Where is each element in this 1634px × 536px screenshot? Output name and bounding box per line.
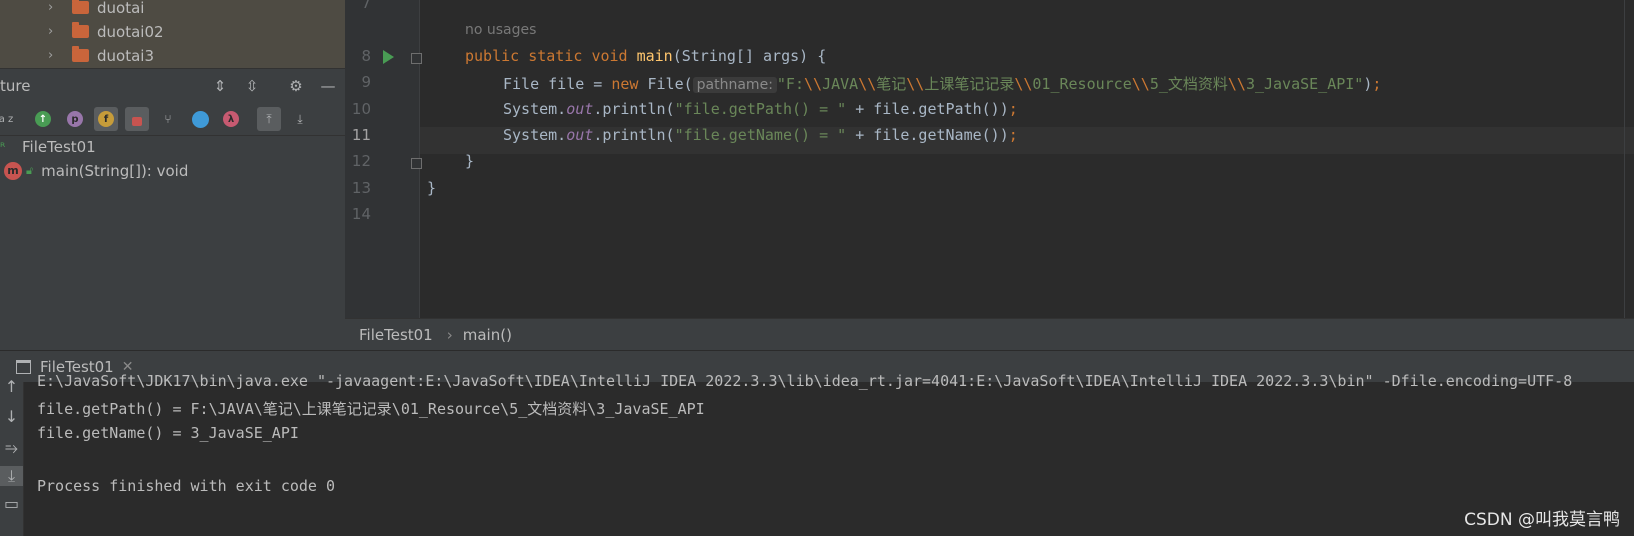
parameter-hint: pathname: [692,77,777,93]
collapse-all-icon[interactable]: ⇳ [242,76,262,96]
soft-wrap-icon[interactable]: ⥱ [0,438,23,458]
method-icon: m [4,161,22,180]
project-tree: › duotai › duotai02 › duotai3 [0,0,345,68]
code-line-12: } [465,152,475,170]
minimize-icon[interactable]: — [318,76,338,96]
chevron-right-icon[interactable]: › [48,24,62,39]
fold-marker-icon[interactable] [411,158,422,169]
scroll-to-end-icon[interactable]: ⤓ [0,466,23,486]
folder-icon [72,0,89,14]
tree-item-label: duotai02 [97,22,164,41]
structure-header: ture ⇕ ⇳ ⚙ — [0,69,345,103]
run-side-toolbar: ↑ ↓ ⥱ ⤓ ▭ [0,377,24,536]
tree-item-duotai3[interactable]: › duotai3 [0,43,154,68]
line-number: 8 [361,47,371,65]
console-icon [16,359,31,374]
structure-panel: ture ⇕ ⇳ ⚙ — a z ↑ p f ⑂ λ ⤒ ⤓ ᴿ FileTes… [0,68,345,351]
show-anonymous-icon[interactable] [188,107,212,131]
no-usages-inlay[interactable]: no usages [465,22,536,38]
tree-item-label: duotai3 [97,46,154,65]
line-number: 11 [351,126,371,144]
line-number: 9 [361,73,371,91]
chevron-right-icon[interactable]: › [48,0,62,15]
folder-icon [72,46,89,62]
code-line-13: } [427,179,437,197]
line-number: 10 [351,100,371,118]
editor-scrollbar[interactable] [1624,0,1634,318]
breadcrumb-method[interactable]: main() [463,326,512,344]
console-line: E:\JavaSoft\JDK17\bin\java.exe "-javaage… [37,372,1573,390]
gear-icon[interactable]: ⚙ [286,76,306,96]
chevron-right-icon[interactable]: › [48,48,62,63]
autoscroll-from-source-icon[interactable]: ⤓ [288,107,312,131]
run-icon[interactable] [383,50,394,64]
show-properties-icon[interactable]: p [63,107,87,131]
code-editor[interactable]: 7 8 9 10 11 12 13 14 no usages public st… [345,0,1634,318]
watermark: CSDN @叫我莫言鸭 [1464,510,1620,530]
show-non-public-icon[interactable] [125,107,149,131]
sort-alpha-icon[interactable]: a z [0,107,18,131]
console-output[interactable]: E:\JavaSoft\JDK17\bin\java.exe "-javaage… [24,372,1634,536]
scroll-up-icon[interactable]: ↑ [0,377,23,396]
show-inherited-icon[interactable]: ↑ [31,107,55,131]
tree-item-duotai[interactable]: › duotai [0,0,144,20]
structure-class-node[interactable]: ᴿ FileTest01 [0,134,96,159]
breadcrumb: FileTest01 › main() [345,318,1634,351]
console-line: file.getPath() = F:\JAVA\笔记\上课笔记记录\01_Re… [37,400,705,418]
console-line: file.getName() = 3_JavaSE_API [37,424,299,442]
expand-all-icon[interactable]: ⇕ [210,76,230,96]
scroll-down-icon[interactable]: ↓ [0,407,23,426]
console-line: Process finished with exit code 0 [37,477,336,495]
structure-toolbar: a z ↑ p f ⑂ λ ⤒ ⤓ [0,103,345,136]
fold-marker-icon[interactable] [411,53,422,64]
show-fields-icon[interactable]: f [94,107,118,131]
tree-item-duotai02[interactable]: › duotai02 [0,19,164,44]
print-icon[interactable]: ▭ [0,494,23,513]
public-lock-icon: 🔓︎ [26,163,34,177]
line-number: 13 [351,179,371,197]
editor-gutter: 7 8 9 10 11 12 13 14 [345,0,422,318]
code-line-9: File file = new File(pathname: "F:\\JAVA\… [503,75,1382,93]
structure-method-node[interactable]: m 🔓︎ main(String[]): void [4,158,188,183]
class-lock-icon: ᴿ [0,139,6,154]
line-number: 12 [351,152,371,170]
class-name: FileTest01 [22,137,96,156]
structure-title: ture [0,77,31,95]
line-number: 7 [361,0,371,12]
folder-icon [72,22,89,38]
show-lambdas-icon[interactable]: λ [219,107,243,131]
breadcrumb-separator-icon: › [446,326,453,344]
code-line-8: public static void main(String[] args) { [465,47,827,65]
tree-item-label: duotai [97,0,145,17]
autoscroll-to-source-icon[interactable]: ⤒ [257,107,281,131]
line-number: 14 [351,205,371,223]
method-signature: main(String[]): void [41,161,189,180]
show-implementations-icon[interactable]: ⑂ [156,107,180,131]
code-line-10: System.out.println("file.getPath() = " +… [503,100,1018,118]
breadcrumb-class[interactable]: FileTest01 [359,326,433,344]
code-line-11: System.out.println("file.getName() = " +… [503,126,1018,144]
